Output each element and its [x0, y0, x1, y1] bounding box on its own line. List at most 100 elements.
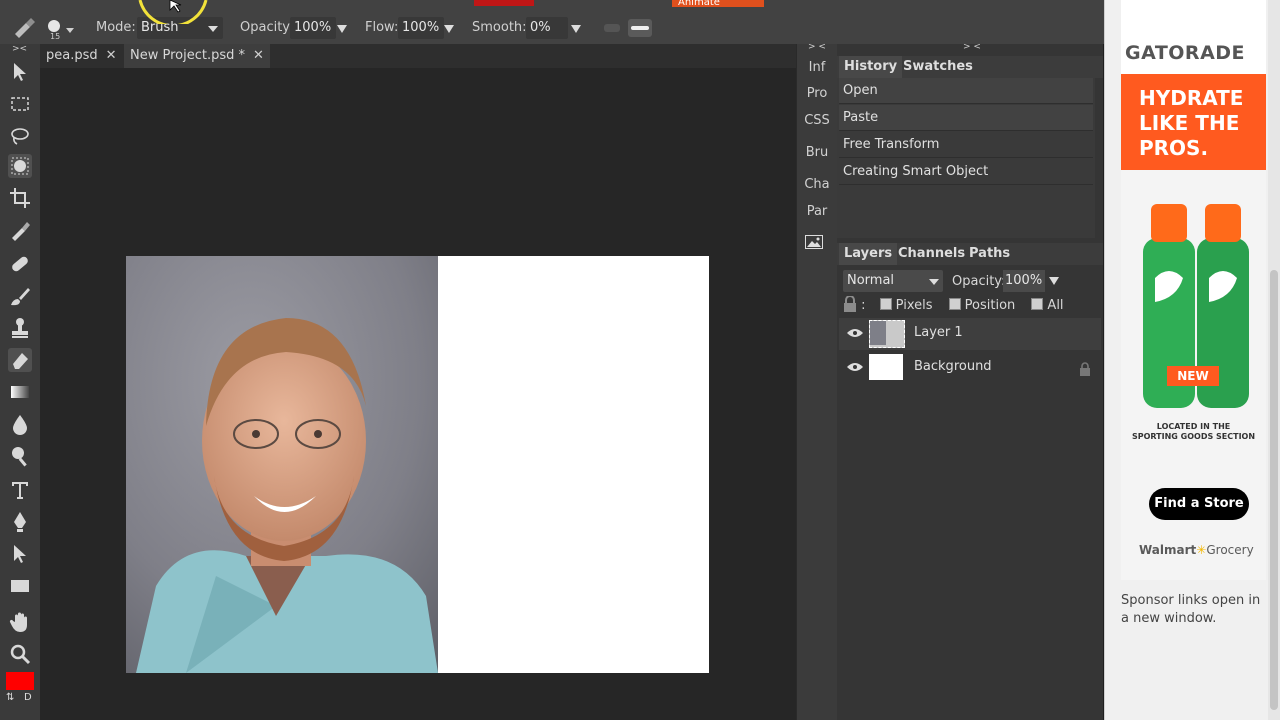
blur-icon[interactable] — [8, 412, 32, 436]
history-item[interactable]: Open — [839, 78, 1093, 104]
minipanel-item-character[interactable]: Cha — [797, 177, 837, 192]
tab-channels[interactable]: Channels — [893, 243, 970, 265]
zoom-icon[interactable] — [8, 642, 32, 666]
history-item[interactable]: Free Transform — [839, 132, 1093, 158]
path-select-icon[interactable] — [8, 542, 32, 566]
eyedropper-icon[interactable] — [8, 218, 32, 242]
scrollbar[interactable] — [1268, 0, 1280, 720]
tab-history[interactable]: History — [839, 56, 903, 78]
ad-image[interactable]: GATORADE HYDRATE LIKE THE PROS. NEW LOCA… — [1121, 0, 1266, 580]
minipanel-item-brush[interactable]: Bru — [797, 145, 837, 160]
eraser-icon[interactable] — [8, 348, 32, 372]
opacity-value: 100% — [294, 20, 332, 35]
opacity-input[interactable]: 100% — [290, 17, 336, 39]
minipanel-item-info[interactable]: Inf — [797, 60, 837, 75]
minipanel-item-css[interactable]: CSS — [797, 113, 837, 128]
tab-layers[interactable]: Layers — [839, 243, 898, 265]
ad-new-badge: NEW — [1167, 366, 1219, 386]
toolbar-collapse[interactable]: >< — [12, 44, 27, 54]
portrait-photo — [126, 256, 438, 673]
blend-mode-select[interactable]: Normal — [843, 270, 943, 292]
chevron-down-icon — [208, 26, 218, 32]
crop-icon[interactable] — [8, 186, 32, 210]
ad-brand: GATORADE — [1125, 42, 1246, 64]
flow-dropdown-icon[interactable] — [444, 25, 454, 33]
brush-size: 15 — [50, 32, 61, 41]
dodge-icon[interactable] — [8, 444, 32, 468]
pressure-opacity-toggle[interactable] — [604, 24, 620, 32]
type-icon[interactable] — [8, 478, 32, 502]
flow-input[interactable]: 100% — [398, 17, 444, 39]
ad-location-line: LOCATED IN THE — [1156, 422, 1231, 431]
layer-opacity-dropdown-icon[interactable] — [1049, 277, 1059, 285]
pen-icon[interactable] — [8, 510, 32, 534]
layers-tabs: Layers Channels Paths — [837, 243, 1103, 265]
spark-icon: ✳ — [1196, 543, 1207, 557]
close-icon[interactable]: ✕ — [106, 48, 117, 63]
smooth-value: 0% — [530, 20, 551, 35]
flow-value: 100% — [402, 20, 440, 35]
ad-location-line: SPORTING GOODS SECTION — [1131, 432, 1256, 441]
tab-new-project[interactable]: New Project.psd * ✕ — [124, 44, 270, 68]
swap-colors-icon[interactable]: ⇅ — [6, 692, 14, 703]
default-colors-icon[interactable]: D — [24, 692, 32, 703]
marquee-icon[interactable] — [8, 92, 32, 116]
ad-headline: HYDRATE LIKE THE PROS. — [1139, 86, 1243, 161]
lock-pixels-checkbox[interactable]: Pixels — [879, 298, 933, 313]
brush-preset-picker[interactable]: 15 — [46, 18, 78, 44]
smooth-input[interactable]: 0% — [526, 17, 568, 39]
ad-retailer-name: Walmart — [1139, 543, 1197, 557]
hand-icon[interactable] — [8, 610, 32, 634]
history-item[interactable]: Creating Smart Object — [839, 159, 1093, 185]
minipanel-item-properties[interactable]: Pro — [797, 86, 837, 101]
layer-opacity-value: 100% — [1005, 273, 1043, 288]
panel-collapse[interactable]: > < — [963, 42, 981, 52]
pressure-size-toggle[interactable] — [628, 19, 652, 37]
flow-label: Flow: — [365, 20, 399, 35]
history-item[interactable]: Paste — [839, 105, 1093, 131]
healing-icon[interactable] — [8, 252, 32, 276]
foreground-color-swatch[interactable] — [6, 672, 34, 690]
layer-opacity-label: Opacity: — [952, 274, 1006, 289]
canvas[interactable] — [126, 256, 709, 673]
tab-pea-psd[interactable]: pea.psd ✕ — [40, 44, 123, 68]
find-store-button[interactable]: Find a Store — [1149, 488, 1249, 520]
move-icon[interactable] — [8, 60, 32, 84]
gradient-icon[interactable] — [8, 380, 32, 404]
stamp-icon[interactable] — [8, 316, 32, 340]
lock-colon: : — [861, 298, 866, 313]
lock-all-label: All — [1047, 298, 1064, 313]
quick-select-icon[interactable] — [8, 154, 32, 178]
lock-icon — [843, 295, 861, 313]
ad-location-text: LOCATED IN THE SPORTING GOODS SECTION — [1121, 422, 1266, 442]
tab-paths[interactable]: Paths — [964, 243, 1015, 265]
document-tabs: pea.psd ✕ New Project.psd * ✕ — [40, 44, 796, 68]
brush-tool-icon[interactable] — [12, 16, 38, 42]
options-bar: Animate 15 Mode: Brush Opacity: 100% Flo… — [0, 0, 1120, 44]
lock-position-checkbox[interactable]: Position — [948, 298, 1015, 313]
layer-opacity-input[interactable]: 100% — [1003, 270, 1045, 292]
minipanel-toggle[interactable]: > < — [797, 42, 837, 52]
smooth-dropdown-icon[interactable] — [571, 25, 581, 33]
rectangle-icon[interactable] — [8, 574, 32, 598]
layer-row[interactable]: Background — [839, 352, 1101, 384]
brush-icon[interactable] — [8, 284, 32, 308]
layer-row[interactable]: Layer 1 — [839, 318, 1101, 350]
minipanel-item-paragraph[interactable]: Par — [797, 204, 837, 219]
cursor-highlight — [138, 0, 208, 24]
close-icon[interactable]: ✕ — [253, 48, 264, 63]
layer-name: Layer 1 — [914, 325, 963, 340]
right-panels: > < History Swatches Open Paste Free Tra… — [837, 42, 1103, 720]
image-icon[interactable] — [805, 234, 823, 253]
opacity-dropdown-icon[interactable] — [337, 25, 347, 33]
top-red-button[interactable] — [474, 0, 534, 6]
tab-swatches[interactable]: Swatches — [898, 56, 978, 78]
lock-all-checkbox[interactable]: All — [1031, 298, 1064, 313]
layer-name: Background — [914, 359, 992, 374]
eye-icon[interactable] — [847, 362, 863, 372]
ad-retailer: Walmart✳Grocery — [1139, 543, 1254, 557]
ad-headline-line: PROS. — [1139, 136, 1209, 160]
animate-button[interactable]: Animate — [672, 0, 764, 7]
eye-icon[interactable] — [847, 328, 863, 338]
lasso-icon[interactable] — [8, 124, 32, 148]
